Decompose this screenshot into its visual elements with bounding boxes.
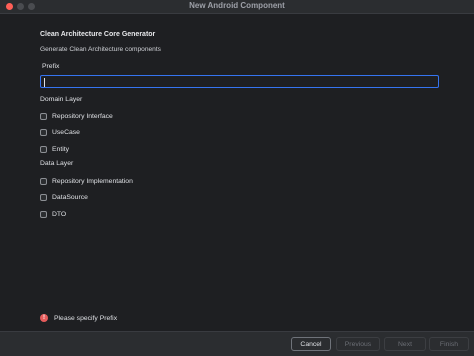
- domain-layer-label: Domain Layer: [40, 96, 83, 103]
- title-bar: New Android Component: [0, 0, 474, 14]
- prefix-label: Prefix: [42, 63, 60, 70]
- dialog-heading: Clean Architecture Core Generator: [40, 31, 156, 38]
- dto-checkbox[interactable]: [40, 210, 47, 218]
- usecase-option[interactable]: UseCase: [40, 127, 80, 137]
- cancel-button[interactable]: Cancel: [291, 337, 331, 351]
- text-caret: [44, 78, 45, 87]
- entity-option[interactable]: Entity: [40, 144, 69, 154]
- repository-interface-checkbox[interactable]: [40, 112, 47, 120]
- dialog-subheading: Generate Clean Architecture components: [40, 46, 161, 53]
- entity-checkbox[interactable]: [40, 145, 47, 153]
- validation-message: ! Please specify Prefix: [40, 314, 117, 322]
- dto-option[interactable]: DTO: [40, 209, 66, 219]
- datasource-label: DataSource: [52, 193, 88, 201]
- repository-interface-label: Repository Interface: [52, 112, 113, 120]
- finish-button[interactable]: Finish: [429, 337, 469, 351]
- previous-button[interactable]: Previous: [336, 337, 380, 351]
- next-button[interactable]: Next: [384, 337, 426, 351]
- repository-implementation-checkbox[interactable]: [40, 177, 47, 185]
- window-title: New Android Component: [189, 1, 285, 10]
- data-layer-label: Data Layer: [40, 160, 74, 167]
- usecase-label: UseCase: [52, 128, 80, 136]
- error-icon: !: [40, 314, 48, 322]
- prefix-input[interactable]: [40, 75, 439, 88]
- dto-label: DTO: [52, 210, 67, 218]
- repository-implementation-option[interactable]: Repository Implementation: [40, 176, 133, 186]
- validation-text: Please specify Prefix: [54, 314, 118, 322]
- entity-label: Entity: [52, 145, 69, 153]
- usecase-checkbox[interactable]: [40, 128, 47, 136]
- datasource-checkbox[interactable]: [40, 193, 47, 201]
- repository-implementation-label: Repository Implementation: [52, 177, 133, 185]
- repository-interface-option[interactable]: Repository Interface: [40, 111, 113, 121]
- datasource-option[interactable]: DataSource: [40, 192, 88, 202]
